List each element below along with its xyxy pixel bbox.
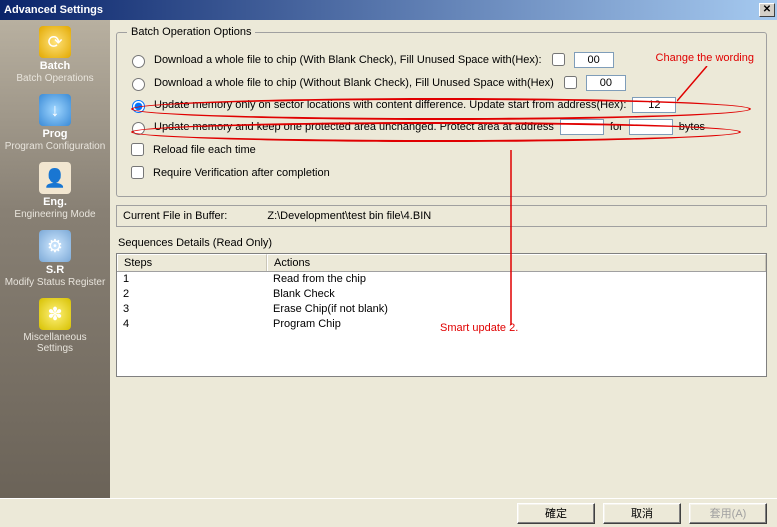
ok-button[interactable]: 確定	[517, 503, 595, 524]
opt1-hex-input[interactable]	[574, 52, 614, 68]
content-area: Batch Operation Options Download a whole…	[110, 20, 777, 498]
verify-label: Require Verification after completion	[153, 167, 330, 179]
apply-button[interactable]: 套用(A)	[689, 503, 767, 524]
sequence-table: Steps Actions 1Read from the chip 2Blank…	[116, 253, 767, 377]
radio-update-diff[interactable]	[132, 100, 145, 113]
sidebar-item-batch[interactable]: ⟳ Batch Batch Operations	[4, 26, 106, 84]
opt1-check[interactable]	[552, 53, 565, 66]
sidebar-item-label: Batch	[4, 60, 106, 72]
sidebar-item-sub: Miscellaneous Settings	[4, 332, 106, 354]
sidebar-item-label: Prog	[4, 128, 106, 140]
sidebar-item-sr[interactable]: ⚙ S.R Modify Status Register	[4, 230, 106, 288]
sidebar-item-sub: Modify Status Register	[4, 277, 106, 288]
sequence-title: Sequences Details (Read Only)	[118, 237, 767, 249]
sidebar-item-prog[interactable]: ↓ Prog Program Configuration	[4, 94, 106, 152]
sidebar-item-sub: Program Configuration	[4, 141, 106, 152]
opt3-label: Update memory only on sector locations w…	[154, 99, 626, 111]
opt4-addr-input[interactable]	[560, 119, 604, 135]
reload-check[interactable]	[131, 143, 144, 156]
radio-download-with-blank[interactable]	[132, 55, 145, 68]
table-row: 1Read from the chip	[117, 272, 766, 287]
current-file-box: Current File in Buffer: Z:\Development\t…	[116, 205, 767, 227]
sr-icon: ⚙	[39, 230, 71, 262]
opt3-addr-input[interactable]	[632, 97, 676, 113]
batch-options-legend: Batch Operation Options	[127, 26, 255, 38]
col-steps: Steps	[117, 254, 267, 271]
opt2-check[interactable]	[564, 76, 577, 89]
sidebar-item-sub: Batch Operations	[4, 73, 106, 84]
sidebar-item-sub: Engineering Mode	[4, 209, 106, 220]
radio-download-without-blank[interactable]	[132, 78, 145, 91]
opt2-hex-input[interactable]	[586, 75, 626, 91]
batch-options-group: Batch Operation Options Download a whole…	[116, 26, 767, 197]
window-title: Advanced Settings	[4, 4, 103, 16]
current-file-path: Z:\Development\test bin file\4.BIN	[267, 210, 431, 222]
opt2-label: Download a whole file to chip (Without B…	[154, 77, 554, 89]
cancel-button[interactable]: 取消	[603, 503, 681, 524]
button-bar: 確定 取消 套用(A)	[0, 498, 777, 527]
verify-check[interactable]	[131, 166, 144, 179]
misc-icon: ✽	[39, 298, 71, 330]
close-icon[interactable]: ✕	[759, 3, 775, 17]
sidebar-item-label: Eng.	[4, 196, 106, 208]
eng-icon: 👤	[39, 162, 71, 194]
col-actions: Actions	[267, 254, 766, 271]
batch-icon: ⟳	[39, 26, 71, 58]
prog-icon: ↓	[39, 94, 71, 126]
opt4-label-a: Update memory and keep one protected are…	[154, 121, 554, 133]
sidebar: ⟳ Batch Batch Operations ↓ Prog Program …	[0, 20, 110, 498]
opt4-len-input[interactable]	[629, 119, 673, 135]
opt4-label-c: bytes	[679, 121, 705, 133]
reload-label: Reload file each time	[153, 144, 256, 156]
sidebar-item-misc[interactable]: ✽ Miscellaneous Settings	[4, 298, 106, 354]
sidebar-item-eng[interactable]: 👤 Eng. Engineering Mode	[4, 162, 106, 220]
table-row: 4Program Chip	[117, 317, 766, 332]
opt1-label: Download a whole file to chip (With Blan…	[154, 54, 542, 66]
titlebar: Advanced Settings ✕	[0, 0, 777, 20]
current-file-label: Current File in Buffer:	[123, 210, 227, 222]
table-row: 3Erase Chip(if not blank)	[117, 302, 766, 317]
radio-update-protected[interactable]	[132, 122, 145, 135]
opt4-label-b: for	[610, 121, 623, 133]
table-row: 2Blank Check	[117, 287, 766, 302]
sidebar-item-label: S.R	[4, 264, 106, 276]
